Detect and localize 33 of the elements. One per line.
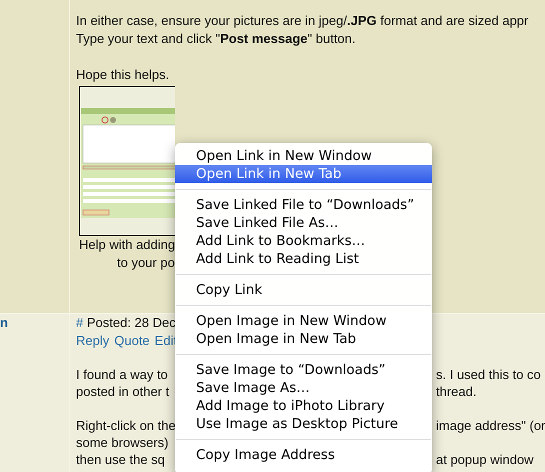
post-text: s. I used this to co bbox=[436, 367, 541, 382]
menu-item[interactable]: Save Image As… bbox=[175, 379, 432, 397]
post-text: In either case, ensure your pictures are in jpeg/.JPG format and are sized appr bbox=[76, 12, 530, 30]
image-caption: Help with adding bbox=[79, 236, 176, 254]
menu-item[interactable]: Open Link in New Tab bbox=[175, 165, 432, 183]
menu-item[interactable]: Save Image to “Downloads” bbox=[175, 361, 432, 379]
menu-item[interactable]: Add Link to Reading List bbox=[175, 250, 432, 268]
post-text: image address" (or bbox=[436, 418, 545, 433]
image-caption: to your po bbox=[117, 254, 175, 272]
menu-item[interactable]: Add Image to iPhoto Library bbox=[175, 397, 432, 415]
post-text: posted in other t bbox=[76, 384, 170, 399]
post-text: some browsers) bbox=[76, 435, 168, 450]
menu-item[interactable]: Save Linked File to “Downloads” bbox=[175, 196, 432, 214]
post-date: Posted: 28 Dec bbox=[86, 315, 176, 330]
menu-item[interactable]: Use Image as Desktop Picture bbox=[175, 415, 432, 433]
post-action-link[interactable]: Quote bbox=[114, 332, 150, 350]
post-text: at popup window bbox=[436, 452, 534, 467]
post-action-link[interactable]: Reply bbox=[76, 332, 110, 350]
menu-item[interactable]: Open Image in New Tab bbox=[175, 330, 432, 348]
post-text: then use the sq bbox=[76, 452, 165, 467]
permalink[interactable]: # bbox=[76, 315, 84, 330]
menu-item[interactable]: Copy Image Address bbox=[175, 446, 432, 464]
menu-item[interactable]: Copy Link bbox=[175, 281, 432, 299]
author-name[interactable]: n bbox=[0, 315, 8, 330]
menu-item[interactable]: Open Image in New Window bbox=[175, 312, 432, 330]
menu-item[interactable]: Add Link to Bookmarks… bbox=[175, 232, 432, 250]
post-text: thread. bbox=[436, 384, 476, 399]
post-text: Type your text and click "Post message" button. bbox=[76, 30, 356, 48]
menu-item[interactable]: Save Linked File As… bbox=[175, 214, 432, 232]
post-text: Right-click on the bbox=[76, 418, 176, 433]
menu-item[interactable]: Open Link in New Window bbox=[175, 147, 432, 165]
post-text: Hope this helps. bbox=[76, 66, 170, 84]
post-text: I found a way to bbox=[76, 367, 168, 382]
